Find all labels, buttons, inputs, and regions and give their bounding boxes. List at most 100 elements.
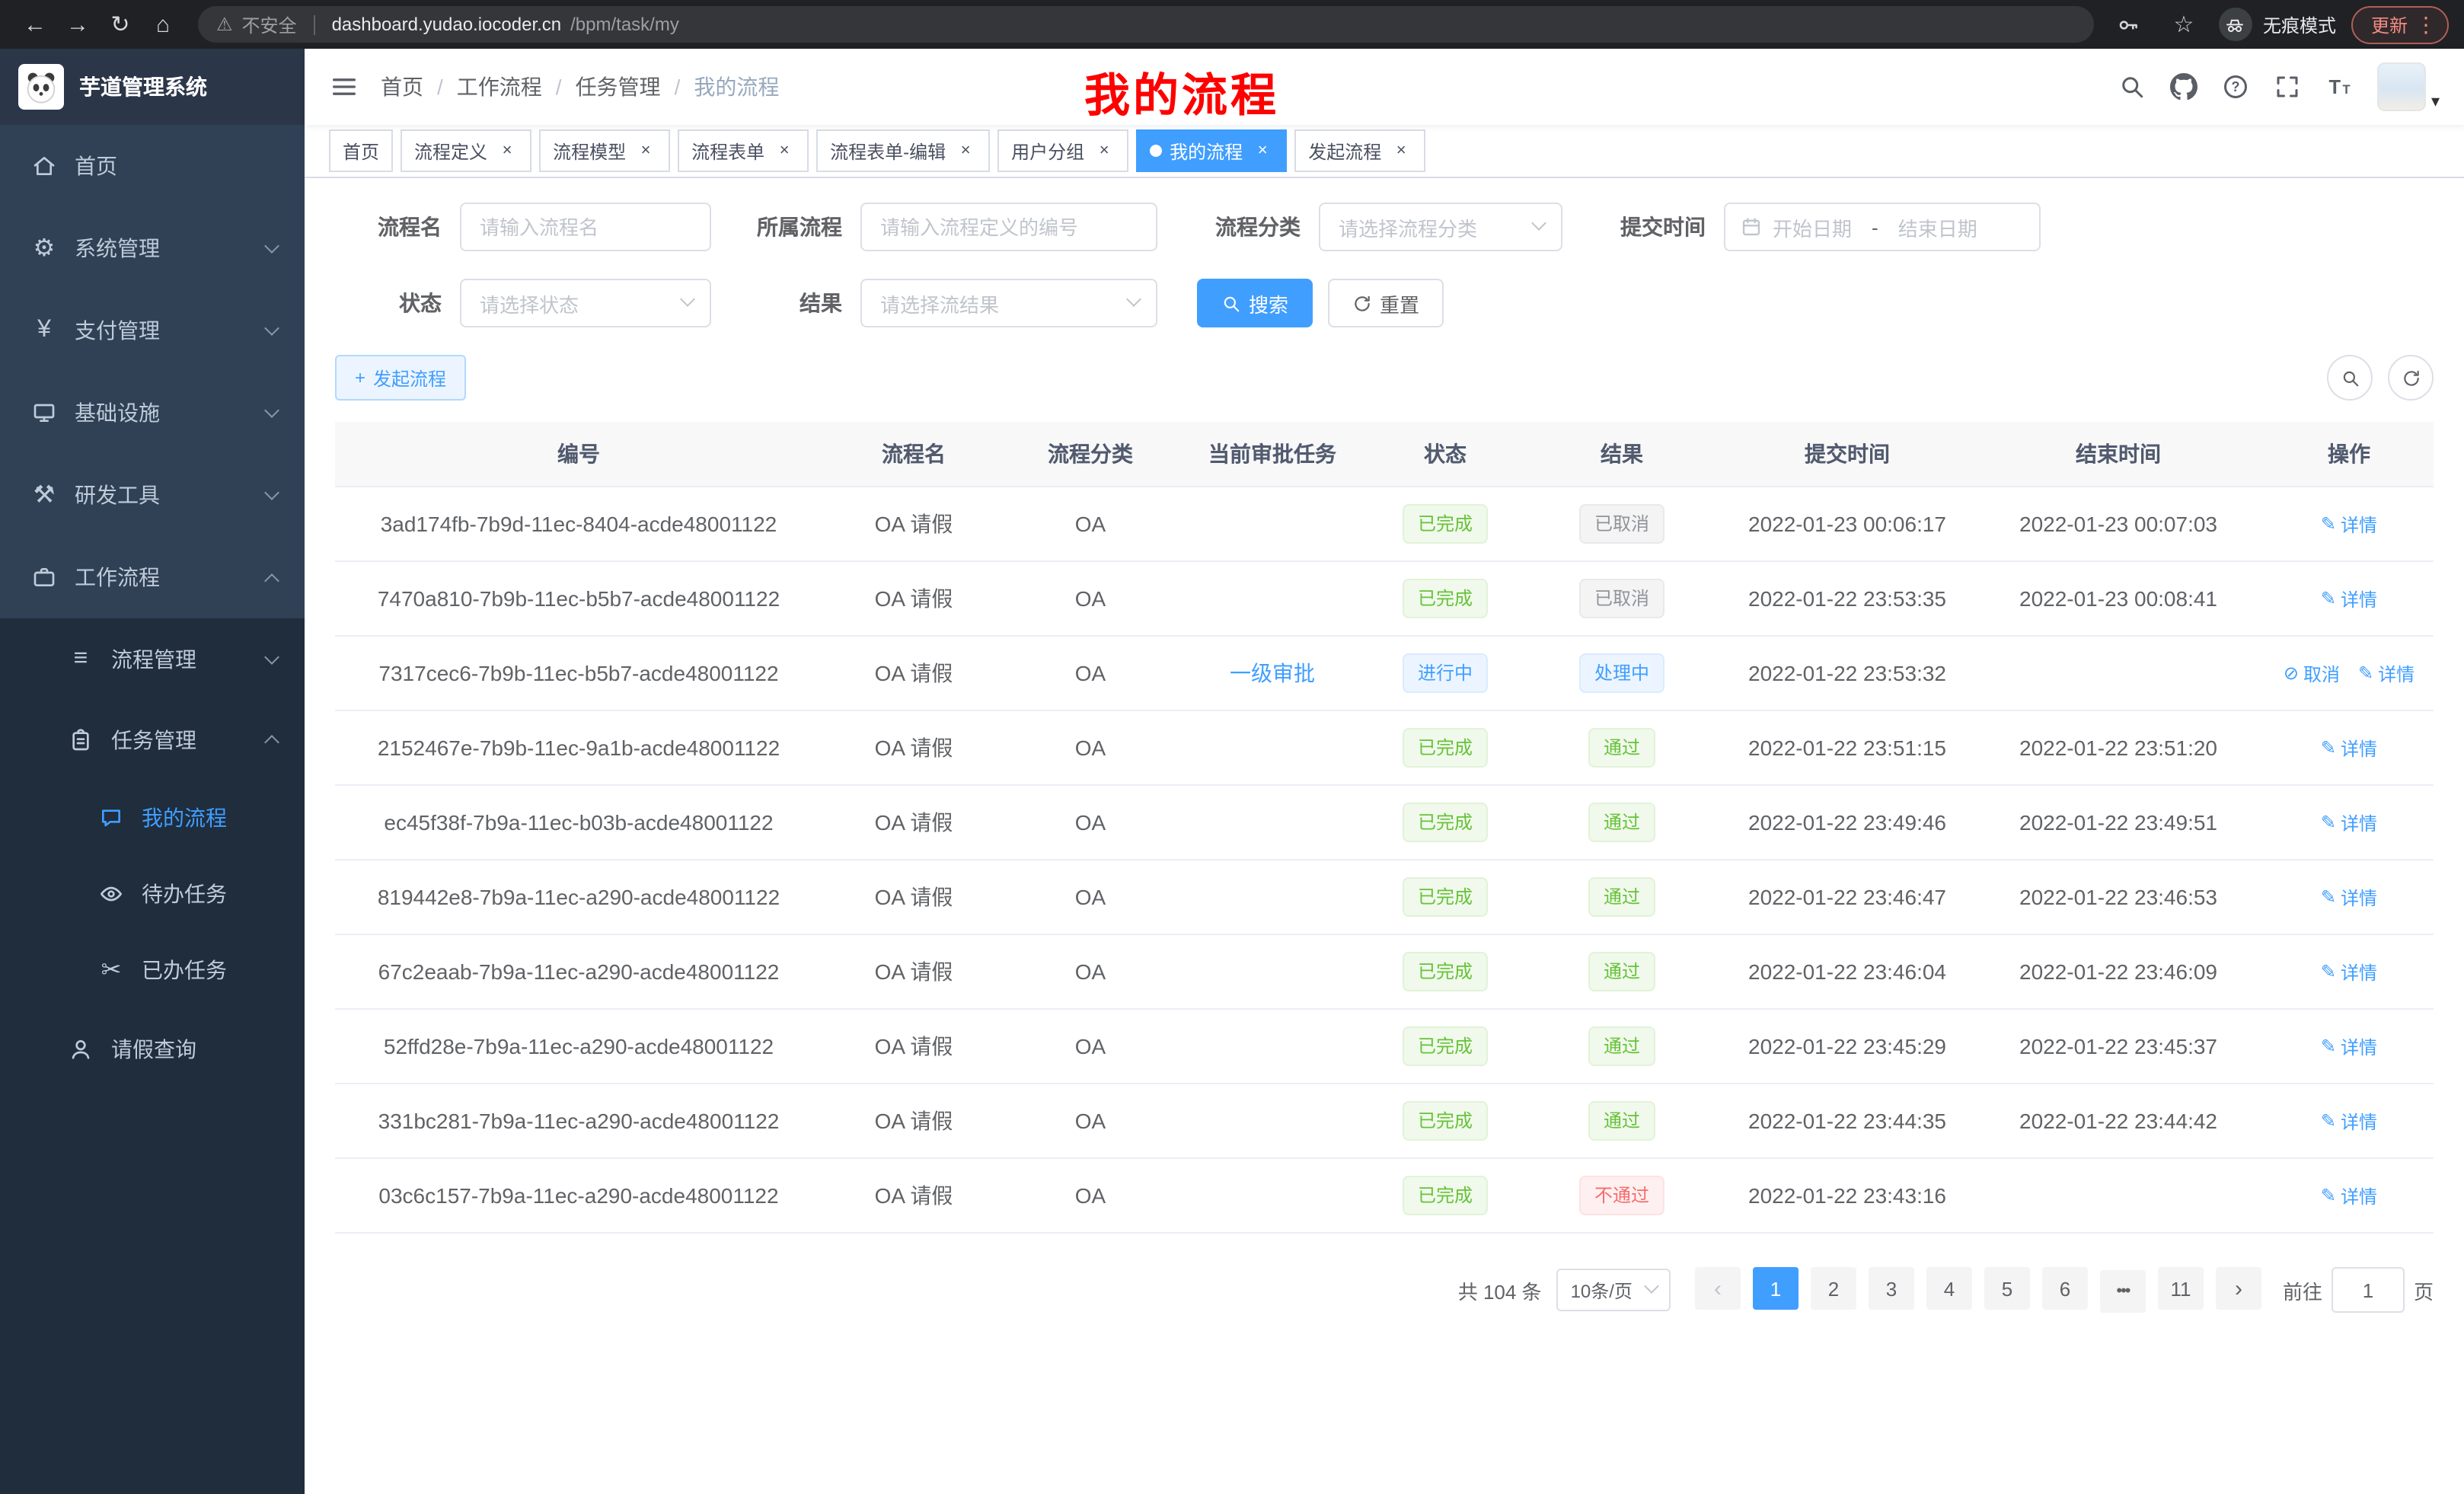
start-process-button[interactable]: +发起流程 (335, 355, 466, 401)
sidebar-item-payment-management[interactable]: ¥支付管理 (0, 289, 305, 372)
process-definition-input[interactable] (860, 203, 1157, 251)
sidebar-item-process-management[interactable]: ≡ 流程管理 (0, 618, 305, 699)
page-button-1[interactable]: 1 (1753, 1268, 1799, 1310)
detail-button[interactable]: ✎详情 (2321, 885, 2377, 911)
goto-page-input[interactable] (2332, 1267, 2405, 1313)
user-menu[interactable]: ▾ (2378, 62, 2440, 111)
address-bar[interactable]: ⚠ 不安全 dashboard.yudao.iocoder.cn/bpm/tas… (198, 6, 2094, 43)
help-icon[interactable]: ? (2223, 73, 2250, 101)
page-button-11[interactable]: 11 (2158, 1268, 2204, 1310)
detail-button[interactable]: ✎详情 (2321, 1183, 2377, 1209)
detail-button[interactable]: ✎详情 (2321, 1109, 2377, 1135)
tab-home[interactable]: 首页 (329, 129, 393, 172)
list-icon: ≡ (67, 645, 94, 672)
browser-menu-icon[interactable]: ⋮ (2415, 11, 2437, 37)
search-icon[interactable] (2119, 73, 2146, 101)
detail-button[interactable]: ✎详情 (2321, 586, 2377, 612)
prev-page-button[interactable]: ‹ (1695, 1268, 1741, 1310)
sidebar-item-label: 任务管理 (111, 724, 196, 755)
reset-button[interactable]: 重置 (1328, 279, 1444, 327)
tab-close-icon[interactable]: × (635, 140, 656, 161)
tab-process-model[interactable]: 流程模型× (539, 129, 670, 172)
cell-actions: ✎详情 (2265, 487, 2434, 561)
avatar[interactable] (2378, 62, 2427, 111)
tab-close-icon[interactable]: × (1093, 140, 1115, 161)
cell-end-time: 2022-01-23 00:08:41 (1972, 561, 2265, 636)
cell-category: OA (1005, 1084, 1176, 1158)
refresh-button[interactable] (2388, 355, 2434, 401)
sidebar-item-task-management[interactable]: 任务管理 (0, 699, 305, 780)
current-task-link[interactable]: 一级审批 (1230, 661, 1315, 685)
tab-label: 流程定义 (414, 138, 487, 164)
detail-button[interactable]: ✎详情 (2321, 736, 2377, 761)
chevron-down-icon (1644, 1279, 1659, 1294)
cancel-button[interactable]: ⊘取消 (2284, 661, 2340, 687)
cell-current-task: 一级审批 (1176, 636, 1369, 710)
cancel-icon: ⊘ (2284, 663, 2299, 685)
sidebar-item-label: 流程管理 (111, 643, 196, 674)
cell-process-name: OA 请假 (822, 1158, 1005, 1233)
tab-close-icon[interactable]: × (774, 140, 795, 161)
detail-button[interactable]: ✎详情 (2358, 661, 2415, 687)
sidebar-item-leave-query[interactable]: 请假查询 (0, 1008, 305, 1089)
next-page-button[interactable]: › (2216, 1268, 2261, 1310)
tab-close-icon[interactable]: × (955, 140, 976, 161)
tab-close-icon[interactable]: × (496, 140, 518, 161)
sidebar-item-infrastructure[interactable]: 基础设施 (0, 372, 305, 454)
filter-label-process-definition: 所属流程 (711, 212, 860, 242)
star-icon[interactable]: ☆ (2164, 5, 2204, 44)
sidebar-item-done-tasks[interactable]: ✂已办任务 (0, 932, 305, 1008)
breadcrumb-item[interactable]: 任务管理 (576, 72, 661, 102)
page-button-4[interactable]: 4 (1926, 1268, 1972, 1310)
process-table: 编号流程名流程分类当前审批任务状态结果提交时间结束时间操作 3ad174fb-7… (335, 422, 2434, 1234)
sidebar-item-system-management[interactable]: ⚙系统管理 (0, 207, 305, 289)
breadcrumb-item[interactable]: 工作流程 (457, 72, 542, 102)
sidebar-item-dev-tools[interactable]: ⚒研发工具 (0, 454, 305, 536)
sidebar-item-my-process[interactable]: 我的流程 (0, 780, 305, 856)
category-select[interactable]: 请选择流程分类 (1319, 203, 1562, 251)
back-icon[interactable]: ← (15, 5, 55, 44)
reload-icon[interactable]: ↻ (101, 5, 140, 44)
update-button[interactable]: 更新 ⋮ (2351, 5, 2449, 43)
submit-time-range-picker[interactable]: 开始日期 - 结束日期 (1724, 203, 2041, 251)
tab-close-icon[interactable]: × (1390, 140, 1412, 161)
search-button[interactable]: 搜索 (1197, 279, 1313, 327)
table-row: 3ad174fb-7b9d-11ec-8404-acde48001122OA 请… (335, 487, 2434, 561)
chrome-home-icon[interactable]: ⌂ (143, 5, 183, 44)
cell-actions: ✎详情 (2265, 561, 2434, 636)
detail-button[interactable]: ✎详情 (2321, 959, 2377, 985)
page-button-2[interactable]: 2 (1811, 1268, 1856, 1310)
status-select[interactable]: 请选择状态 (460, 279, 711, 327)
breadcrumb-item[interactable]: 首页 (381, 72, 423, 102)
hamburger-icon[interactable] (329, 72, 359, 102)
fullscreen-icon[interactable] (2274, 73, 2302, 101)
tab-process-form[interactable]: 流程表单× (678, 129, 809, 172)
font-size-icon[interactable]: TT (2326, 73, 2354, 101)
detail-button[interactable]: ✎详情 (2321, 512, 2377, 538)
forward-icon[interactable]: → (58, 5, 97, 44)
github-icon[interactable] (2171, 73, 2198, 101)
key-icon[interactable] (2109, 5, 2149, 44)
page-button-6[interactable]: 6 (2042, 1268, 2088, 1310)
page-size-select[interactable]: 10条/页 (1557, 1269, 1671, 1311)
breadcrumb: 首页/工作流程/任务管理/我的流程 (381, 72, 779, 102)
detail-button[interactable]: ✎详情 (2321, 810, 2377, 836)
result-select[interactable]: 请选择流结果 (860, 279, 1157, 327)
tab-close-icon[interactable]: × (1252, 140, 1273, 161)
sidebar-item-workflow[interactable]: 工作流程 (0, 536, 305, 618)
reset-button-label: 重置 (1380, 289, 1419, 318)
toggle-search-button[interactable] (2327, 355, 2373, 401)
page-button-5[interactable]: 5 (1984, 1268, 2030, 1310)
detail-button[interactable]: ✎详情 (2321, 1034, 2377, 1060)
tab-process-form-edit[interactable]: 流程表单-编辑× (816, 129, 990, 172)
tab-process-definition[interactable]: 流程定义 × (401, 129, 531, 172)
sidebar-item-todo-tasks[interactable]: 待办任务 (0, 856, 305, 932)
sidebar-item-home[interactable]: 首页 (0, 125, 305, 207)
tab-start-process[interactable]: 发起流程× (1294, 129, 1425, 172)
tab-user-group[interactable]: 用户分组× (997, 129, 1128, 172)
page-button-3[interactable]: 3 (1869, 1268, 1914, 1310)
cell-category: OA (1005, 710, 1176, 785)
tab-my-process[interactable]: 我的流程× (1136, 129, 1287, 172)
process-name-input[interactable] (460, 203, 711, 251)
more-pages-button[interactable]: ••• (2100, 1270, 2146, 1313)
